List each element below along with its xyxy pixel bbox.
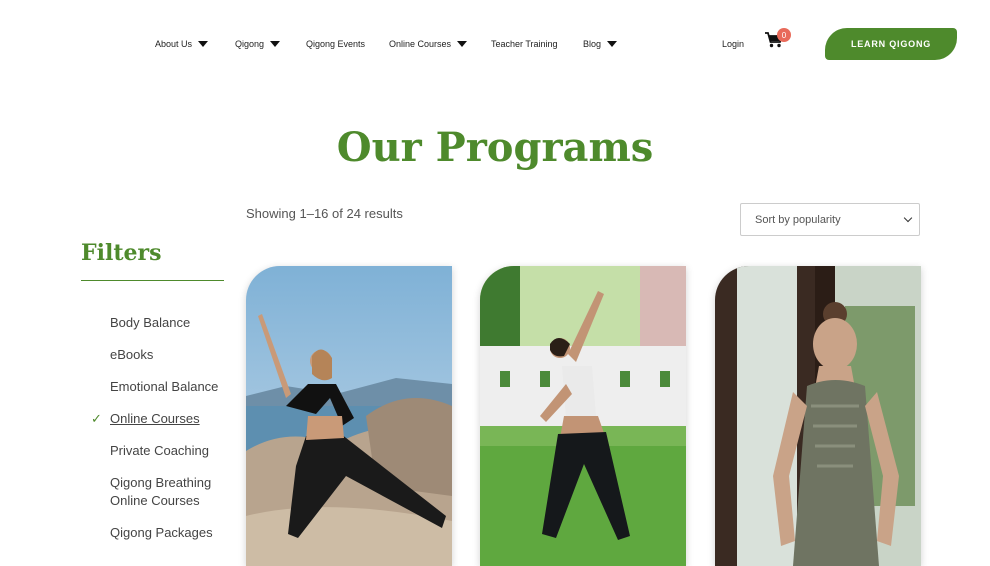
filter-item-label: Online Courses: [110, 411, 200, 426]
filter-item-body-balance[interactable]: Body Balance: [110, 314, 225, 332]
caret-down-icon: [198, 41, 209, 47]
caret-down-icon: [270, 41, 281, 47]
results-count: Showing 1–16 of 24 results: [246, 206, 403, 221]
woman-meditating-indoors-image: [715, 266, 921, 566]
sort-select-value: Sort by popularity: [755, 213, 841, 226]
filter-list: Body Balance eBooks Emotional Balance ✓ …: [91, 314, 225, 556]
filter-item-label: Emotional Balance: [110, 379, 219, 394]
filter-item-label: Body Balance: [110, 315, 191, 330]
caret-down-icon: [607, 41, 618, 47]
chevron-down-icon: [903, 213, 913, 223]
nav-about-us-label: About Us: [155, 39, 193, 49]
filter-item-qigong-breathing-online-courses[interactable]: Qigong Breathing Online Courses: [110, 474, 225, 510]
woman-wide-stance-in-garden-image: [480, 266, 686, 566]
filter-item-label: Qigong Breathing Online Courses: [110, 475, 212, 508]
page-title: Our Programs: [336, 124, 654, 171]
nav-online-courses-label: Online Courses: [389, 39, 452, 49]
nav-teacher-training[interactable]: Teacher Training: [491, 39, 558, 49]
filter-item-label: eBooks: [110, 347, 154, 362]
sort-select[interactable]: Sort by popularity: [740, 203, 920, 236]
nav-blog[interactable]: Blog: [583, 39, 618, 49]
nav-qigong-label: Qigong: [235, 39, 265, 49]
filters-divider: [81, 280, 224, 281]
filter-item-qigong-packages[interactable]: Qigong Packages: [110, 524, 225, 542]
woman-lunge-on-rocks-by-sea-image: [246, 266, 452, 566]
filter-item-label: Private Coaching: [110, 443, 209, 458]
cart-count-badge: 0: [777, 28, 791, 42]
nav-online-courses[interactable]: Online Courses: [389, 39, 468, 49]
nav-qigong-events-label: Qigong Events: [306, 39, 366, 49]
checkmark-icon: ✓: [91, 411, 102, 426]
filters-heading: Filters: [81, 240, 162, 266]
nav-about-us[interactable]: About Us: [155, 39, 209, 49]
product-card[interactable]: [480, 266, 686, 566]
nav-teacher-training-label: Teacher Training: [491, 39, 558, 49]
login-link[interactable]: Login: [722, 39, 744, 49]
product-card[interactable]: [715, 266, 921, 566]
filter-item-ebooks[interactable]: eBooks: [110, 346, 225, 364]
nav-qigong[interactable]: Qigong: [235, 39, 281, 49]
caret-down-icon: [457, 41, 468, 47]
learn-qigong-button[interactable]: LEARN QIGONG: [825, 28, 957, 60]
filter-item-private-coaching[interactable]: Private Coaching: [110, 442, 225, 460]
filter-item-label: Qigong Packages: [110, 525, 213, 540]
nav-qigong-events[interactable]: Qigong Events: [306, 39, 365, 49]
filter-item-emotional-balance[interactable]: Emotional Balance: [110, 378, 225, 396]
filter-item-online-courses[interactable]: ✓ Online Courses: [91, 410, 225, 428]
nav-blog-label: Blog: [583, 39, 602, 49]
top-navigation: About Us Qigong Qigong Events Online Cou…: [0, 0, 990, 88]
product-card[interactable]: [246, 266, 452, 566]
